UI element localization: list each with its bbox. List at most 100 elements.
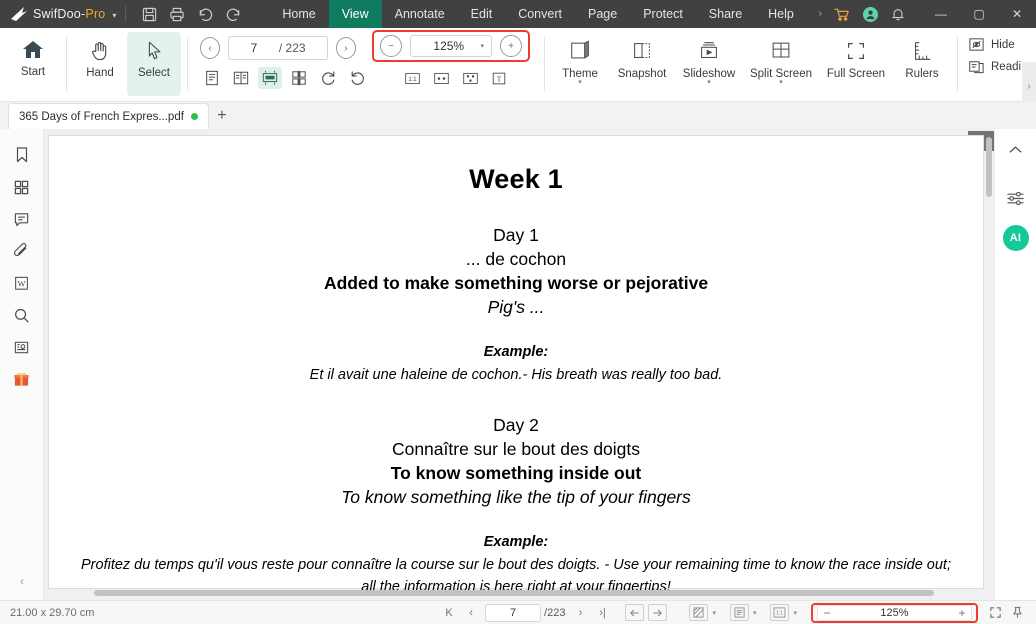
full-screen-button[interactable]: Full Screen	[819, 32, 893, 96]
layout-mode-caret-icon[interactable]: ▾	[753, 609, 757, 617]
menu-item-view[interactable]: View	[328, 0, 382, 28]
scale-mode-icon[interactable]: 1:1	[770, 604, 790, 621]
sliders-icon[interactable]	[999, 183, 1033, 213]
status-zoom-in-button[interactable]: +	[953, 606, 971, 620]
start-button[interactable]: Start	[6, 32, 60, 96]
previous-page-button[interactable]: ‹	[460, 603, 482, 623]
rulers-button[interactable]: Rulers	[893, 32, 951, 96]
rotate-right-icon[interactable]	[316, 67, 340, 89]
save-icon[interactable]	[135, 0, 163, 28]
hide-panel-button[interactable]: Hide	[968, 36, 1021, 53]
vertical-scrollbar-thumb[interactable]	[986, 137, 992, 197]
zoom-slider-track[interactable]: − 125% +	[817, 604, 972, 621]
word-export-icon[interactable]: W	[6, 267, 38, 299]
brand-dropdown-caret-icon[interactable]: ▾	[112, 11, 116, 20]
notification-bell-icon[interactable]	[884, 0, 912, 28]
expand-icon[interactable]	[984, 603, 1006, 623]
hand-tool-button[interactable]: Hand	[73, 32, 127, 96]
split-screen-button[interactable]: Split Screen ▾	[743, 32, 819, 96]
menu-item-page[interactable]: Page	[575, 0, 630, 28]
panel-toggle-group: Hide Readi	[968, 28, 1021, 75]
next-view-button[interactable]	[648, 604, 668, 621]
new-tab-button[interactable]: +	[209, 103, 235, 129]
slideshow-caret-icon[interactable]: ▾	[707, 79, 711, 86]
fit-width-icon[interactable]	[429, 67, 453, 89]
single-page-view-icon[interactable]	[200, 67, 224, 89]
view-mode-row: 1:1 T	[200, 64, 530, 92]
status-zoom-out-button[interactable]: −	[818, 606, 836, 620]
menu-item-protect[interactable]: Protect	[630, 0, 696, 28]
maximize-button[interactable]: ▢	[960, 0, 998, 28]
ai-assistant-button[interactable]: AI	[1002, 225, 1029, 251]
rotate-left-icon[interactable]	[345, 67, 369, 89]
menu-item-home[interactable]: Home	[269, 0, 328, 28]
reading-mode-button[interactable]: Readi	[968, 58, 1021, 75]
gift-icon[interactable]	[6, 363, 38, 395]
stamp-icon[interactable]	[6, 331, 38, 363]
hide-icon	[969, 38, 984, 51]
layout-mode-icon[interactable]	[729, 604, 749, 621]
fit-page-icon[interactable]	[458, 67, 482, 89]
close-button[interactable]: ✕	[998, 0, 1036, 28]
comment-icon[interactable]	[6, 203, 38, 235]
snapshot-button[interactable]: Snapshot	[609, 32, 675, 96]
menu-item-annotate[interactable]: Annotate	[382, 0, 458, 28]
previous-view-button[interactable]	[625, 604, 645, 621]
previous-page-button[interactable]: ‹	[200, 37, 221, 59]
cart-icon[interactable]	[828, 0, 856, 28]
actual-size-icon[interactable]: 1:1	[400, 67, 424, 89]
status-page-input[interactable]: 7	[485, 603, 542, 622]
scale-mode-group[interactable]: 1:1 ▾	[768, 604, 801, 621]
page-number-input[interactable]: 7 / 223	[228, 36, 328, 60]
menu-item-edit[interactable]: Edit	[458, 0, 506, 28]
document-viewport[interactable]: 1 Week 1 Day 1 ... de cochon Added to ma…	[44, 129, 994, 600]
print-icon[interactable]	[163, 0, 191, 28]
document-tab[interactable]: 365 Days of French Expres...pdf	[8, 103, 209, 129]
user-avatar-icon[interactable]	[856, 0, 884, 28]
two-page-view-icon[interactable]	[229, 67, 253, 89]
menu-overflow-chevron-icon[interactable]: ›	[812, 8, 828, 20]
select-tool-button[interactable]: Select	[127, 32, 181, 96]
continuous-scroll-view-icon[interactable]	[258, 67, 282, 89]
fit-visible-icon[interactable]: T	[487, 67, 511, 89]
book-view-icon[interactable]	[287, 67, 311, 89]
display-mode-group[interactable]: ▾	[687, 604, 720, 621]
panel-toggle-stack: Hide Readi	[968, 36, 1021, 75]
redo-icon[interactable]	[219, 0, 247, 28]
split-screen-caret-icon[interactable]: ▾	[779, 79, 783, 86]
svg-text:1:1: 1:1	[408, 77, 417, 83]
left-rail-collapse-button[interactable]: ‹	[0, 568, 44, 594]
layout-mode-group[interactable]: ▾	[728, 604, 761, 621]
last-page-button[interactable]: ›|	[591, 603, 613, 623]
thumbnails-icon[interactable]	[6, 171, 38, 203]
chevron-up-icon[interactable]	[999, 135, 1033, 165]
attachment-icon[interactable]	[6, 235, 38, 267]
menu-item-share[interactable]: Share	[696, 0, 755, 28]
first-page-button[interactable]: K	[438, 603, 460, 623]
english-meaning: To know something inside out	[390, 462, 642, 483]
slideshow-button[interactable]: Slideshow ▾	[675, 32, 743, 96]
zoom-level-value: 125%	[433, 39, 465, 53]
bookmark-icon[interactable]	[6, 139, 38, 171]
page-display-icon[interactable]	[689, 604, 709, 621]
status-right-group	[984, 603, 1028, 623]
display-mode-caret-icon[interactable]: ▾	[712, 609, 716, 617]
next-page-button[interactable]: ›	[335, 37, 356, 59]
main-menu-bar: Home View Annotate Edit Convert Page Pro…	[269, 0, 806, 28]
pin-icon[interactable]	[1006, 603, 1028, 623]
menu-item-help[interactable]: Help	[755, 0, 807, 28]
theme-button[interactable]: Theme ▾	[551, 32, 609, 96]
undo-icon[interactable]	[191, 0, 219, 28]
search-icon[interactable]	[6, 299, 38, 331]
menu-item-convert[interactable]: Convert	[505, 0, 575, 28]
horizontal-scrollbar-thumb[interactable]	[94, 590, 934, 596]
next-page-button[interactable]: ›	[569, 603, 591, 623]
theme-caret-icon[interactable]: ▾	[578, 79, 582, 86]
minimize-button[interactable]: —	[922, 0, 960, 28]
scale-mode-caret-icon[interactable]: ▾	[793, 609, 797, 617]
zoom-level-select[interactable]: 125% ▾	[410, 35, 492, 57]
zoom-out-button[interactable]: −	[380, 35, 402, 57]
ribbon-divider-3	[544, 37, 545, 91]
snapshot-icon	[634, 43, 650, 58]
zoom-in-button[interactable]: +	[500, 35, 522, 57]
